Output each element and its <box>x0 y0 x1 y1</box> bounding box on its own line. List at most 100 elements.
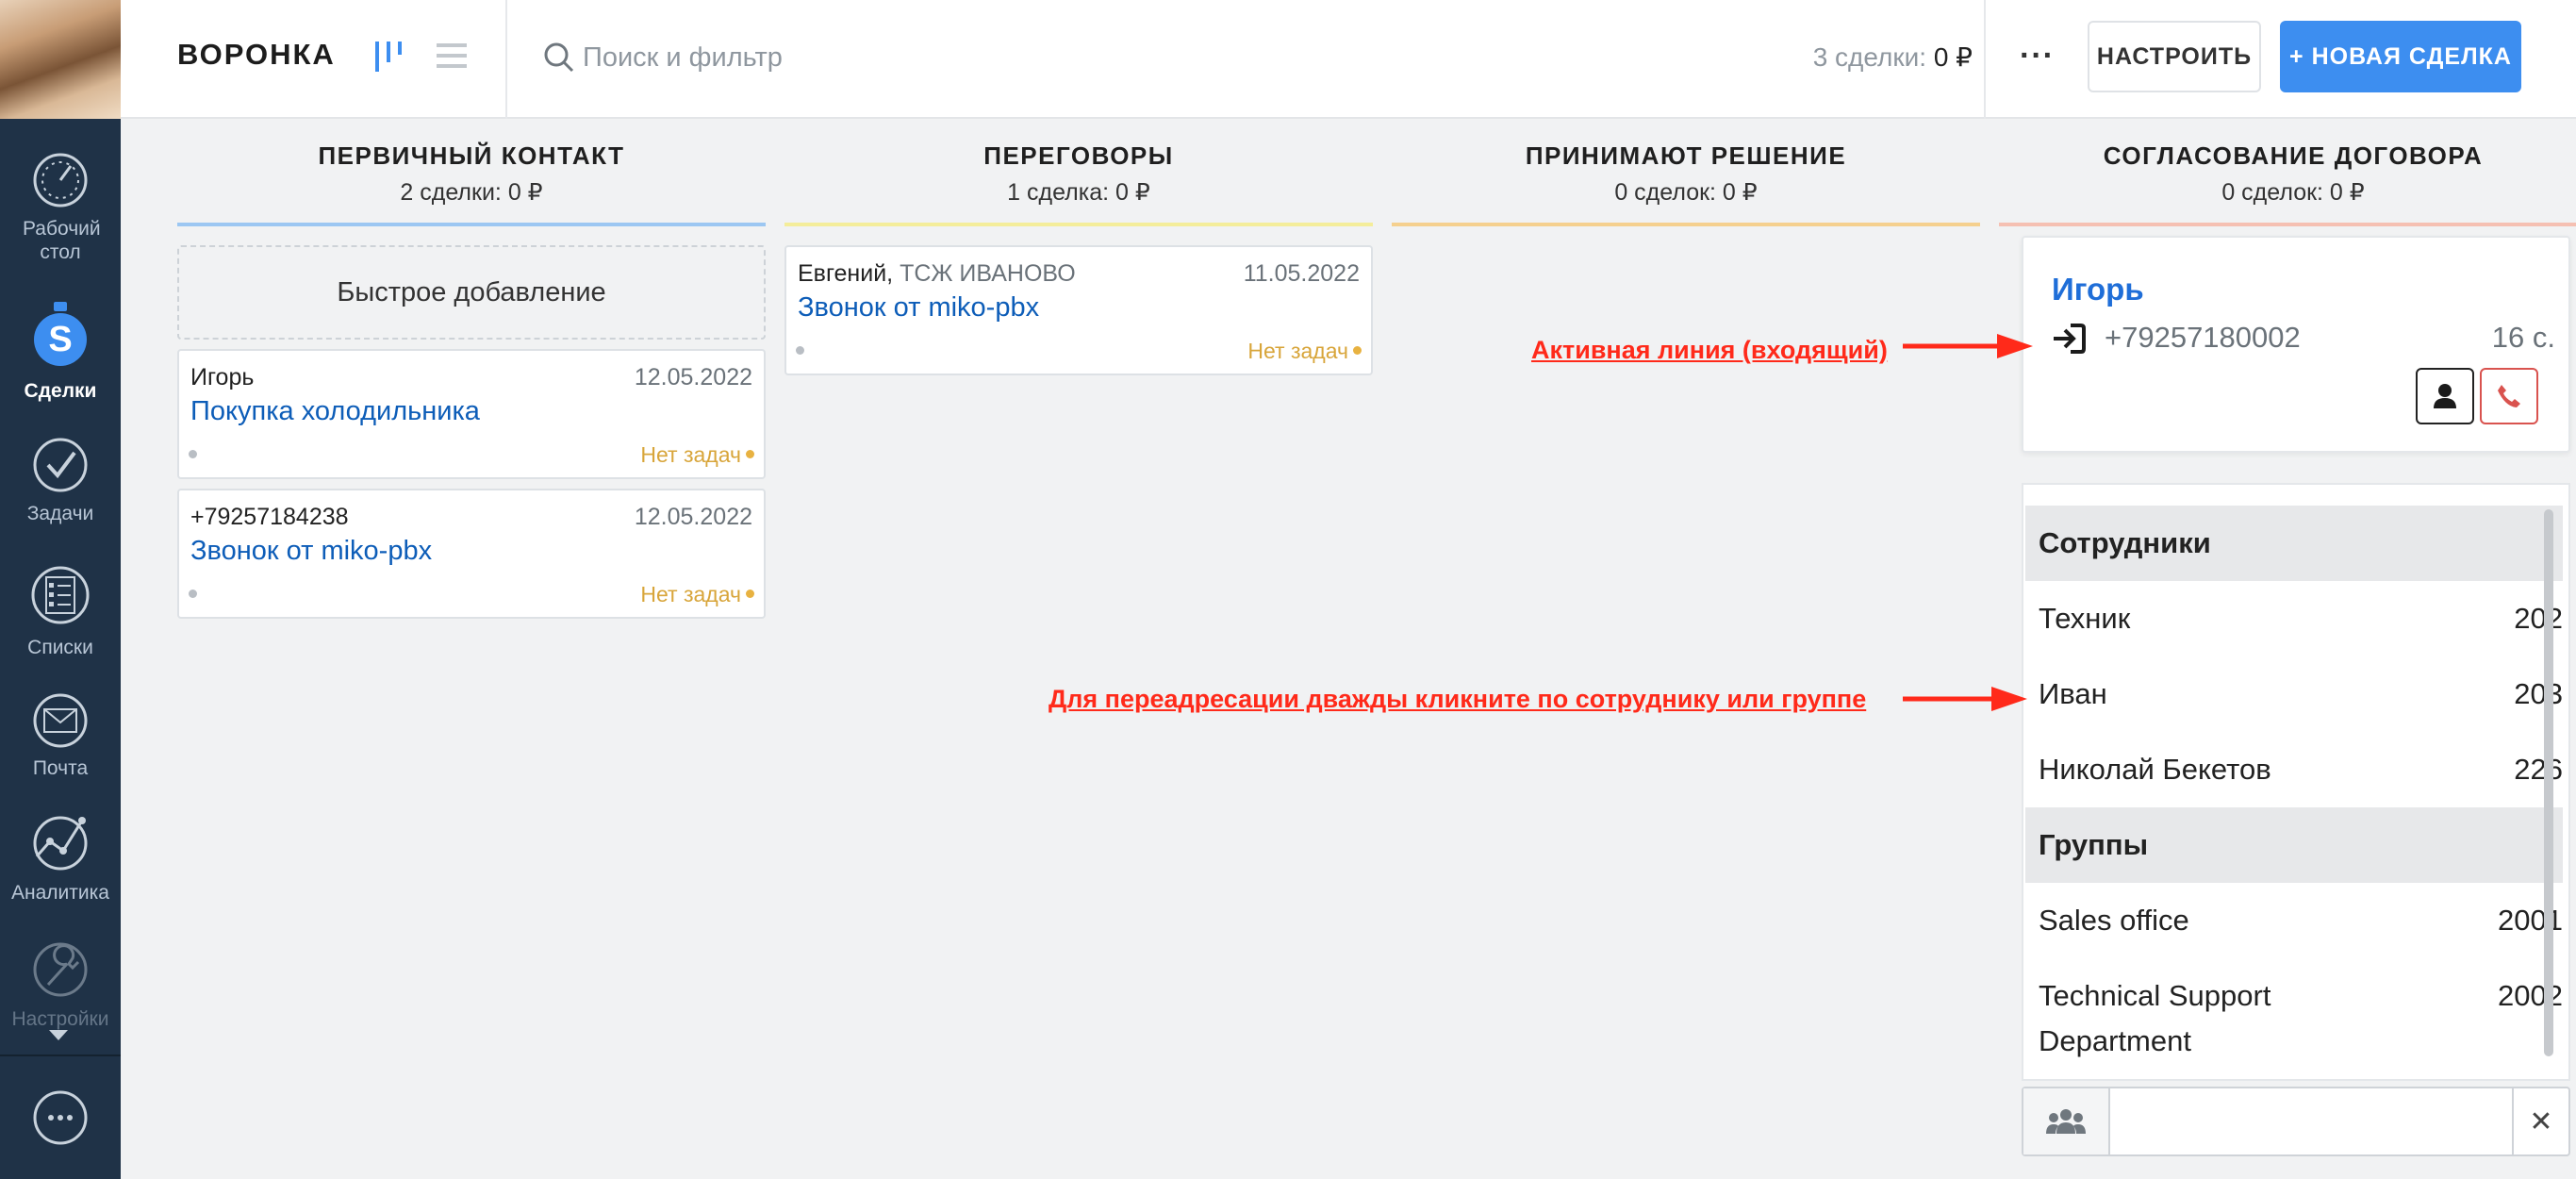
transfer-search-bar: ✕ <box>2022 1087 2570 1156</box>
sidebar-chat-button[interactable] <box>0 1088 121 1154</box>
column-title: ПЕРЕГОВОРЫ <box>983 141 1174 170</box>
column-title: ПРИНИМАЮТ РЕШЕНИЕ <box>1525 141 1847 170</box>
person-icon <box>2434 384 2456 408</box>
sidebar-divider <box>0 1054 121 1056</box>
column-header-negotiations: ПЕРЕГОВОРЫ 1 сделка: 0 ₽ <box>784 141 1373 207</box>
deal-task-status: Нет задач <box>640 582 741 606</box>
settings-icon <box>33 942 88 997</box>
tasks-icon <box>33 438 88 492</box>
close-icon: ✕ <box>2529 1105 2553 1137</box>
close-transfer-button[interactable]: ✕ <box>2512 1088 2568 1154</box>
sidebar-item-tasks[interactable]: Задачи <box>0 436 121 525</box>
deal-status-dot <box>189 590 197 598</box>
sidebar-item-lists[interactable]: Списки <box>0 562 121 659</box>
column-color-line <box>1999 223 2576 226</box>
sidebar-item-label: Почта <box>32 757 89 779</box>
deal-task-status: Нет задач <box>1247 339 1348 363</box>
kanban-view-icon[interactable] <box>373 38 404 74</box>
transfer-employee-item[interactable]: Техник 202 <box>2025 581 2563 656</box>
deal-contact: Евгений, ТСЖ ИВАНОВО <box>798 260 1076 288</box>
column-color-line <box>784 223 1373 226</box>
group-name: Sales office <box>2039 904 2189 937</box>
deals-summary: 3 сделки: 0 ₽ <box>1813 42 1973 73</box>
deal-date: 12.05.2022 <box>634 504 752 530</box>
deal-status-dot <box>189 450 197 458</box>
phone-icon <box>2498 385 2520 407</box>
deals-summary-label: 3 сделки: <box>1812 42 1927 72</box>
sidebar-item-label: Задачи <box>26 503 94 524</box>
annotation-transfer-hint: Для переадресации дважды кликните по сот… <box>1049 685 1867 713</box>
search-icon <box>544 42 574 73</box>
more-options-button[interactable]: ··· <box>2020 38 2055 75</box>
deal-title-link[interactable]: Звонок от miko-pbx <box>798 292 1039 324</box>
annotation-arrow <box>1903 334 2033 358</box>
annotation-arrow <box>1903 687 2027 711</box>
task-status-dot <box>746 450 754 458</box>
deals-summary-value: 0 ₽ <box>1933 42 1973 72</box>
sidebar-item-label: Аналитика <box>11 882 109 904</box>
sidebar-scroll-down-icon[interactable] <box>49 1030 68 1040</box>
column-header-primary-contact: ПЕРВИЧНЫЙ КОНТАКТ 2 сделки: 0 ₽ <box>177 141 766 207</box>
section-title: Группы <box>2039 828 2149 861</box>
transfer-search-input[interactable] <box>2118 1098 2485 1145</box>
transfer-group-item[interactable]: Technical Support Department 2002 <box>2025 958 2563 1062</box>
transfer-group-item[interactable]: Sales office 2001 <box>2025 883 2563 958</box>
quick-add-button[interactable]: Быстрое добавление <box>177 245 766 340</box>
deal-card[interactable]: Евгений, ТСЖ ИВАНОВО 11.05.2022 Звонок о… <box>784 245 1373 375</box>
column-summary: 1 сделка: 0 ₽ <box>1007 179 1150 206</box>
deal-title-link[interactable]: Покупка холодильника <box>190 396 480 427</box>
transfer-list: Сотрудники Техник 202 Иван 203 Николай Б… <box>2022 483 2570 1081</box>
sidebar-item-mail[interactable]: Почта <box>0 692 121 780</box>
open-contact-button[interactable] <box>2416 368 2474 424</box>
setup-button[interactable]: НАСТРОИТЬ <box>2088 21 2261 92</box>
task-status-dot <box>1353 346 1362 355</box>
sidebar-item-dashboard[interactable]: Рабочий стол <box>0 151 121 264</box>
hang-up-button[interactable] <box>2480 368 2538 424</box>
task-status-dot <box>746 590 754 598</box>
group-name: Technical Support Department <box>2039 979 2271 1057</box>
transfer-section-groups: Группы <box>2025 807 2563 883</box>
search-input[interactable] <box>583 36 1243 79</box>
sidebar: Рабочий стол S Сделки Задачи Списки Почт… <box>0 0 121 1179</box>
sidebar-item-settings[interactable]: Настройки <box>0 939 121 1031</box>
section-title: Сотрудники <box>2039 526 2211 559</box>
employee-extension: 202 <box>2514 602 2563 635</box>
sidebar-item-analytics[interactable]: Аналитика <box>0 813 121 905</box>
analytics-icon <box>33 816 88 871</box>
new-deal-button[interactable]: + НОВАЯ СДЕЛКА <box>2280 21 2521 92</box>
groups-filter-button[interactable] <box>2023 1088 2110 1154</box>
column-color-line <box>177 223 766 226</box>
mail-icon <box>33 693 88 748</box>
deal-contact-name: Евгений, <box>798 260 894 287</box>
lists-icon <box>31 566 90 624</box>
column-summary: 0 сделок: 0 ₽ <box>1614 179 1758 206</box>
column-header-contract: СОГЛАСОВАНИЕ ДОГОВОРА 0 сделок: 0 ₽ <box>1999 141 2576 207</box>
column-summary: 2 сделки: 0 ₽ <box>400 179 543 206</box>
sidebar-item-label: Сделки <box>24 380 97 402</box>
incoming-call-icon <box>2054 324 2086 354</box>
deals-icon: S <box>34 302 87 366</box>
sidebar-item-deals[interactable]: S Сделки <box>0 300 121 403</box>
topbar-divider <box>505 0 507 119</box>
deal-contact: Игорь <box>190 364 255 390</box>
people-icon <box>2046 1109 2086 1134</box>
list-view-icon[interactable] <box>437 42 467 70</box>
transfer-section-employees: Сотрудники <box>2025 506 2563 581</box>
svg-text:S: S <box>48 320 72 359</box>
employee-name: Иван <box>2039 677 2107 710</box>
deal-card[interactable]: +79257184238 12.05.2022 Звонок от miko-p… <box>177 489 766 619</box>
sidebar-item-label: Списки <box>27 637 93 658</box>
deal-card[interactable]: Игорь 12.05.2022 Покупка холодильника Не… <box>177 349 766 479</box>
employee-extension: 203 <box>2514 677 2563 710</box>
caller-name-link[interactable]: Игорь <box>2052 272 2144 307</box>
transfer-employee-item[interactable]: Иван 203 <box>2025 656 2563 732</box>
transfer-employee-item[interactable]: Николай Бекетов 226 <box>2025 732 2563 807</box>
employee-name: Техник <box>2039 602 2131 635</box>
dashboard-icon <box>33 153 88 208</box>
deal-title-link[interactable]: Звонок от miko-pbx <box>190 536 432 567</box>
deal-task-status: Нет задач <box>640 442 741 467</box>
column-title: СОГЛАСОВАНИЕ ДОГОВОРА <box>2103 141 2484 170</box>
deal-date: 11.05.2022 <box>1243 260 1360 287</box>
transfer-list-scrollbar[interactable] <box>2544 509 2553 1056</box>
employee-name: Николай Бекетов <box>2039 753 2271 786</box>
